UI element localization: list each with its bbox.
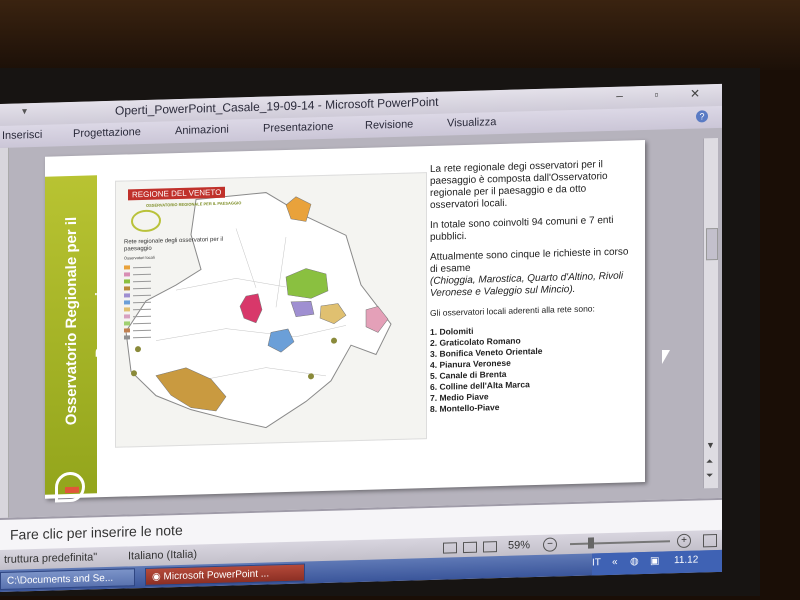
veneto-map: REGIONE DEL VENETO OSSERVATORIO REGIONAL… (115, 172, 427, 448)
taskbar-powerpoint-label: Microsoft PowerPoint ... (163, 568, 270, 583)
slide-sorter-icon[interactable] (463, 541, 477, 554)
legend-swatch (124, 335, 130, 340)
background-wall (0, 0, 800, 70)
slideshow-icon[interactable] (483, 541, 497, 553)
maximize-button[interactable]: ▫ (654, 87, 672, 102)
slide-workspace: Osservatorio Regionale per il Paesaggio (0, 127, 722, 519)
taskbar-explorer[interactable]: C:\Documents and Se... (0, 568, 135, 590)
tray-expand-icon[interactable]: « (612, 557, 618, 568)
paragraph-requests-list: (Chioggia, Marostica, Quarto d'Altino, R… (430, 270, 624, 299)
next-slide-icon[interactable]: ⏷ (706, 470, 713, 481)
slides-pane[interactable] (0, 147, 9, 519)
normal-view-icon[interactable] (443, 542, 457, 554)
network-icon[interactable]: ◍ (630, 556, 639, 567)
paragraph-members: Gli osservatori locali aderenti alla ret… (430, 303, 595, 318)
minimize-button[interactable]: – (616, 88, 637, 103)
zoom-in-button[interactable]: + (677, 533, 691, 549)
tab-inserisci[interactable]: Inserisci (2, 129, 42, 142)
language-indicator[interactable]: IT (592, 557, 601, 568)
zoom-out-button[interactable]: − (543, 537, 557, 552)
observatory-logo-icon (55, 471, 85, 503)
map-legend-subtitle: Osservatori locali (124, 254, 155, 261)
fit-to-window-icon[interactable] (703, 533, 717, 548)
zoom-slider[interactable] (570, 540, 670, 546)
legend-swatch (124, 300, 130, 305)
taskbar-explorer-label: C:\Documents and Se... (7, 572, 114, 587)
powerpoint-icon: ◉ (152, 571, 164, 583)
paragraph-intro: La rete regionale degi osservatori per i… (430, 159, 608, 211)
mouse-cursor-icon (662, 350, 670, 364)
status-theme: truttura predefinita" (4, 551, 98, 566)
map-graphic (125, 192, 392, 429)
taskbar-powerpoint[interactable]: ◉ Microsoft PowerPoint ... (145, 563, 305, 586)
map-legend-title: Rete regionale degli osservatori per il … (124, 236, 224, 253)
slide-band-title: Osservatorio Regionale per il Paesaggio (63, 216, 110, 426)
legend-swatch (124, 328, 130, 333)
volume-icon[interactable]: ▣ (650, 556, 659, 567)
legend-swatch (124, 293, 130, 298)
slide-title-band: Osservatorio Regionale per il Paesaggio (45, 175, 110, 503)
scrollbar-thumb[interactable] (706, 227, 718, 261)
legend-swatch (124, 265, 130, 270)
zoom-level[interactable]: 59% (508, 539, 530, 552)
notes-placeholder: Fare clic per inserire le note (10, 521, 183, 543)
legend-swatch (124, 279, 130, 284)
legend-swatch (124, 286, 130, 291)
close-button[interactable]: ✕ (690, 86, 714, 101)
tab-presentazione[interactable]: Presentazione (263, 121, 333, 135)
scroll-down-icon[interactable]: ▼ (706, 440, 715, 450)
legend-swatch (124, 272, 130, 277)
tab-progettazione[interactable]: Progettazione (73, 126, 141, 140)
powerpoint-window: ▾ Operti_PowerPoint_Casale_19-09-14 - Mi… (0, 83, 722, 593)
quick-access-dropdown-icon[interactable]: ▾ (22, 106, 27, 117)
zoom-slider-thumb[interactable] (588, 537, 594, 549)
legend-swatch (124, 321, 130, 326)
current-slide[interactable]: Osservatorio Regionale per il Paesaggio (45, 139, 645, 503)
previous-slide-icon[interactable]: ⏶ (706, 456, 713, 467)
observatory-list: 1. Dolomiti 2. Graticolato Romano 3. Bon… (430, 321, 630, 415)
tab-animazioni[interactable]: Animazioni (175, 124, 229, 138)
clock[interactable]: 11.12 (674, 554, 698, 566)
status-language[interactable]: Italiano (Italia) (128, 548, 197, 562)
system-tray: IT « ◍ ▣ 11.12 (592, 549, 722, 576)
tab-visualizza[interactable]: Visualizza (447, 116, 496, 129)
legend-swatch (124, 314, 130, 319)
paragraph-totals: In totale sono coinvolti 94 comuni e 7 e… (430, 214, 614, 243)
window-controls[interactable]: – ▫ ✕ (616, 86, 714, 103)
tab-revisione[interactable]: Revisione (365, 118, 413, 131)
vertical-scrollbar[interactable]: ▼ ⏶ ⏷ (703, 137, 718, 489)
legend-swatch (124, 307, 130, 312)
help-icon[interactable]: ? (696, 110, 708, 123)
slide-text-column: La rete regionale degi osservatori per i… (430, 158, 630, 414)
